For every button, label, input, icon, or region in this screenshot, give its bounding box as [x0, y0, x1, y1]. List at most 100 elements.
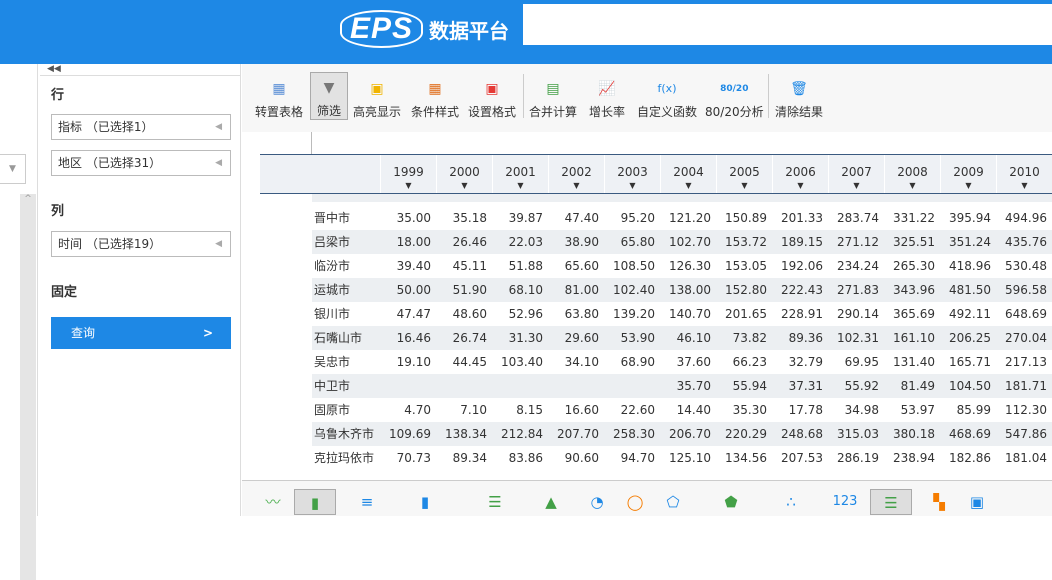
year-column-header[interactable]: 2004 ▼: [660, 155, 716, 193]
sort-caret-icon[interactable]: ▼: [437, 181, 492, 190]
cell-value: 37.31: [788, 379, 823, 393]
cell-value: 55.94: [732, 379, 767, 393]
row-label: 克拉玛依市: [314, 451, 375, 465]
top-search-input[interactable]: [523, 4, 1052, 45]
table-row: 银川市 47.47 48.60 52.96 63.80 139.20 140.70 201.6…: [312, 302, 1052, 326]
label: 合并计算: [529, 105, 578, 119]
row-label: 吕梁市: [314, 235, 351, 249]
logo: EPS 数据平台: [340, 10, 509, 48]
sort-caret-icon[interactable]: ▼: [941, 181, 996, 190]
query-button[interactable]: 查询 >: [51, 317, 231, 349]
cell-value: 395.94: [949, 211, 991, 225]
area-chart-icon[interactable]: ▲: [538, 489, 564, 515]
left-scrollbar[interactable]: ^: [20, 194, 36, 580]
filter-button[interactable]: ▼ 筛选: [310, 72, 348, 120]
year-column-header[interactable]: 2005 ▼: [716, 155, 772, 193]
sort-caret-icon[interactable]: ▼: [605, 181, 660, 190]
cell-value: 152.80: [725, 283, 767, 297]
cell-value: 90.60: [564, 451, 599, 465]
donut-chart-icon[interactable]: ◯: [622, 489, 648, 515]
year-column-header[interactable]: 2008 ▼: [884, 155, 940, 193]
cell-value: 189.15: [781, 235, 823, 249]
year-column-header[interactable]: 2009 ▼: [940, 155, 996, 193]
logo-mark: EPS: [340, 10, 424, 48]
cell-value: 85.99: [956, 403, 991, 417]
sort-caret-icon[interactable]: ▼: [381, 181, 436, 190]
sort-caret-icon[interactable]: ▼: [829, 181, 884, 190]
left-dropdown[interactable]: ▼: [0, 154, 26, 184]
cell-value: 131.40: [893, 355, 935, 369]
year-column-header[interactable]: 2000 ▼: [436, 155, 492, 193]
format-button[interactable]: ▣ 设置格式: [465, 72, 519, 120]
cell-value: 35.00: [396, 211, 431, 225]
radar-chart-icon[interactable]: ⬠: [660, 489, 686, 515]
stacked-horizontal-bar-icon[interactable]: ☰: [482, 489, 508, 515]
label: 清除结果: [775, 105, 824, 119]
cell-value: 66.23: [732, 355, 767, 369]
cell-value: 14.40: [676, 403, 711, 417]
cell-value: 102.40: [613, 283, 655, 297]
cell-value: 201.33: [781, 211, 823, 225]
year-label: 2005: [729, 165, 760, 179]
left-panel: ▼ ^: [0, 64, 38, 580]
sort-caret-icon[interactable]: ▼: [661, 181, 716, 190]
cell-value: 212.84: [501, 427, 543, 441]
pareto-button[interactable]: 80/20 80/20分析: [702, 72, 767, 120]
sort-caret-icon[interactable]: ▼: [997, 181, 1052, 190]
dashboard-icon[interactable]: ▚: [926, 489, 952, 515]
cell-value: 81.49: [900, 379, 935, 393]
cell-value: 26.46: [452, 235, 487, 249]
transpose-button[interactable]: ▦ 转置表格: [252, 72, 306, 120]
image-export-icon[interactable]: ▣: [964, 489, 990, 515]
cell-value: 65.60: [564, 259, 599, 273]
number-view-icon[interactable]: 123: [832, 489, 858, 515]
merge-calc-button[interactable]: ▤ 合并计算: [526, 72, 580, 120]
year-column-header[interactable]: 2003 ▼: [604, 155, 660, 193]
horizontal-bar-icon[interactable]: ≡: [354, 489, 380, 515]
pie-chart-icon[interactable]: ◔: [584, 489, 610, 515]
cell-value: 380.18: [893, 427, 935, 441]
cell-value: 181.04: [1005, 451, 1047, 465]
conditional-style-button[interactable]: ▦ 条件样式: [408, 72, 462, 120]
cell-value: 258.30: [613, 427, 655, 441]
cell-value: 89.34: [452, 451, 487, 465]
year-column-header[interactable]: 2007 ▼: [828, 155, 884, 193]
conditional-style-icon: ▦: [428, 81, 442, 97]
sort-caret-icon[interactable]: ▼: [885, 181, 940, 190]
label: 增长率: [589, 105, 626, 119]
cell-value: 89.36: [788, 331, 823, 345]
sort-caret-icon[interactable]: ▼: [773, 181, 828, 190]
custom-function-button[interactable]: f(x) 自定义函数: [634, 72, 700, 120]
cell-value: 220.29: [725, 427, 767, 441]
row-dimension-indicator[interactable]: 指标 （已选择1） ◀: [51, 114, 231, 140]
list-view-icon[interactable]: ☰: [870, 489, 912, 515]
cell-value: 270.04: [1005, 331, 1047, 345]
year-column-header[interactable]: 2010 ▼: [996, 155, 1052, 193]
filled-radar-icon[interactable]: ⬟: [718, 489, 744, 515]
stacked-bar-icon[interactable]: ▮: [412, 489, 438, 515]
table-row: 中卫市 35.70 55.94 37.31 55.92 81.49 104.50 181.71: [312, 374, 1052, 398]
col-dimension-time[interactable]: 时间 （已选择19） ◀: [51, 231, 231, 257]
year-column-header[interactable]: 2006 ▼: [772, 155, 828, 193]
clear-results-button[interactable]: 🗑 清除结果: [772, 72, 826, 120]
dim-label: 指标 （已选择1）: [58, 120, 154, 134]
cell-value: 181.71: [1005, 379, 1047, 393]
sort-caret-icon[interactable]: ▼: [549, 181, 604, 190]
row-dimension-region[interactable]: 地区 （已选择31） ◀: [51, 150, 231, 176]
cell-value: 108.50: [613, 259, 655, 273]
year-column-header[interactable]: 1999 ▼: [380, 155, 436, 193]
scatter-icon[interactable]: ∴: [778, 489, 804, 515]
bar-chart-icon[interactable]: ▮: [294, 489, 336, 515]
collapse-panel-icon[interactable]: ◀◀: [40, 64, 240, 76]
growth-rate-button[interactable]: 📈 增长率: [586, 72, 628, 120]
highlight-button[interactable]: ▣ 高亮显示: [350, 72, 404, 120]
year-column-header[interactable]: 2001 ▼: [492, 155, 548, 193]
row-label: 晋中市: [314, 211, 351, 225]
data-table: 1999 ▼ 2000 ▼ 2001 ▼ 2002 ▼ 2003 ▼ 2004 ▼ 2005 ▼ 2006 ▼…: [242, 132, 1052, 480]
label: 筛选: [316, 104, 341, 118]
sort-caret-icon[interactable]: ▼: [717, 181, 772, 190]
line-chart-icon[interactable]: 〰: [260, 489, 286, 515]
table-row: 乌鲁木齐市 109.69 138.34 212.84 207.70 258.30 206.7…: [312, 422, 1052, 446]
year-column-header[interactable]: 2002 ▼: [548, 155, 604, 193]
sort-caret-icon[interactable]: ▼: [493, 181, 548, 190]
